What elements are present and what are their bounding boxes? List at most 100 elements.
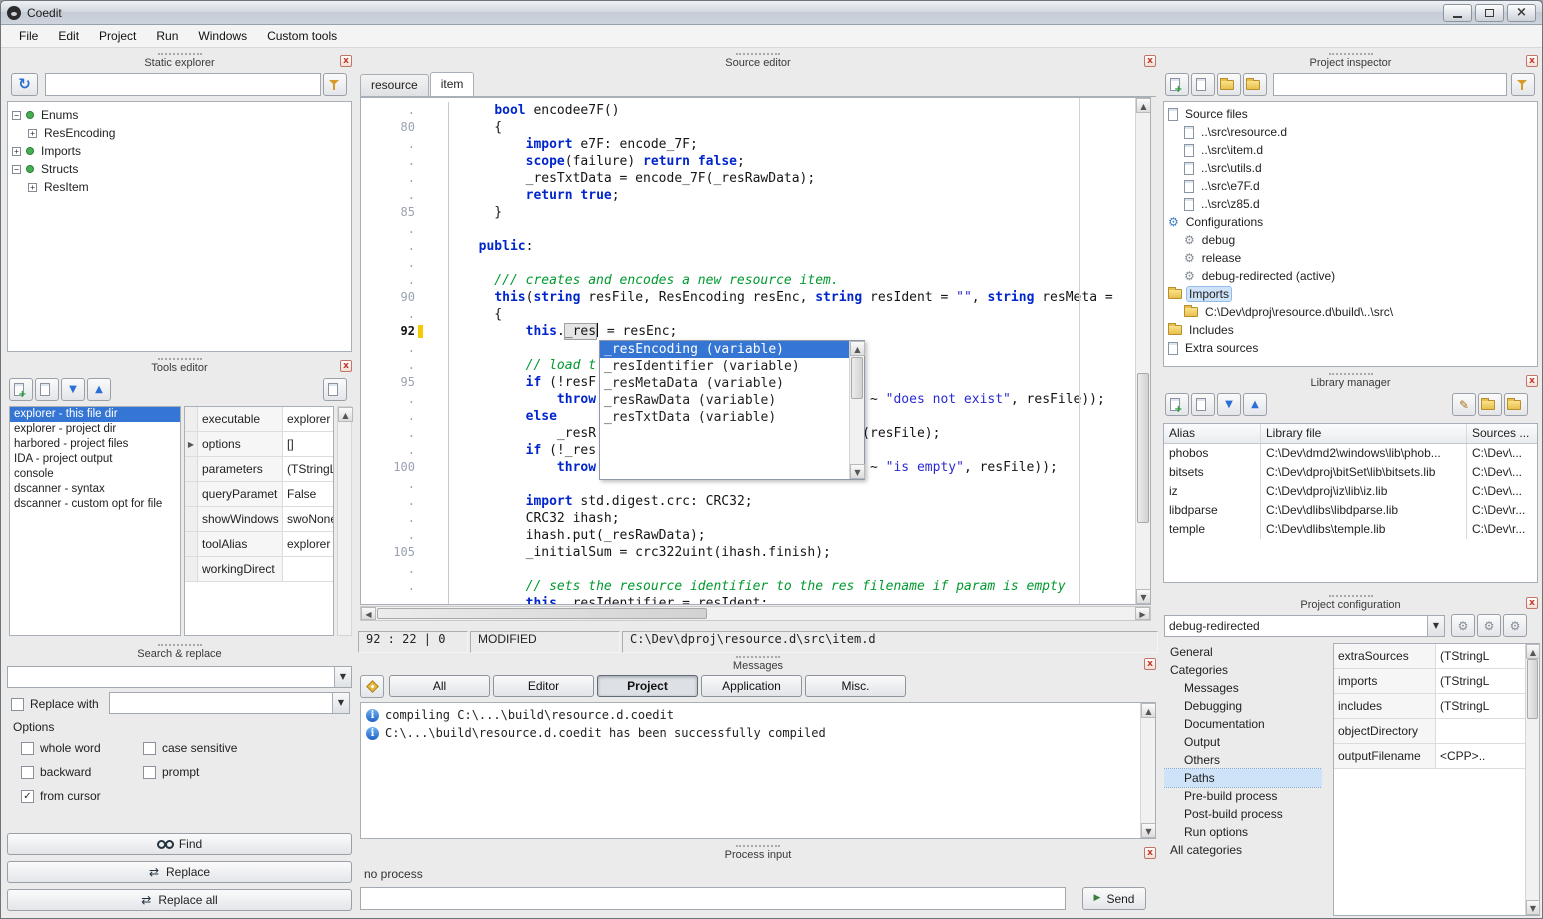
close-panel-icon[interactable]: x [1526, 55, 1538, 67]
configuration-category-tree[interactable]: GeneralCategoriesMessagesDebuggingDocume… [1164, 643, 1322, 916]
code-line[interactable]: 80 { [361, 119, 1134, 136]
code-line[interactable]: . public: [361, 238, 1134, 255]
editor-vertical-scrollbar[interactable]: ▲ ▼ [1135, 98, 1150, 604]
tool-item[interactable]: harbored - project files [10, 437, 180, 452]
code-line[interactable]: . [361, 561, 1134, 578]
open-folder-button[interactable] [1243, 73, 1267, 96]
tool-properties-grid[interactable]: executableexplorer▶options[]parameters(T… [184, 406, 334, 636]
code-line[interactable]: . [361, 221, 1134, 238]
scroll-thumb[interactable] [377, 608, 707, 619]
category-documentation[interactable]: Documentation [1164, 715, 1322, 733]
menu-item-file[interactable]: File [9, 26, 48, 46]
scroll-down-icon[interactable]: ▼ [1141, 823, 1156, 838]
tree-item-source-files[interactable]: Source files [1164, 105, 1537, 123]
panel-grip[interactable] [1329, 53, 1373, 55]
completion-item[interactable]: _resEncoding (variable) [600, 341, 849, 358]
scroll-up-icon[interactable]: ▲ [1136, 98, 1151, 113]
remove-source-button[interactable] [1191, 73, 1215, 96]
dropdown-icon[interactable]: ▼ [334, 667, 351, 687]
menu-item-project[interactable]: Project [89, 26, 146, 46]
properties-scrollbar[interactable]: ▲ ▼ [1525, 644, 1539, 915]
message-item[interactable]: icompiling C:\...\build\resource.d.coedi… [361, 706, 1155, 724]
close-panel-icon[interactable]: x [1144, 658, 1156, 670]
tree-item-includes[interactable]: Includes [1164, 321, 1537, 339]
filter-misc-button[interactable]: Misc. [805, 675, 906, 697]
tool-prop-row[interactable]: toolAliasexplorer [185, 532, 333, 557]
scroll-down-icon[interactable]: ▼ [1526, 900, 1540, 915]
menu-item-run[interactable]: Run [146, 26, 188, 46]
add-library-folder-button[interactable] [1504, 393, 1528, 416]
configuration-property-grid[interactable]: extraSources(TStringLimports(TStringLinc… [1334, 644, 1525, 769]
completion-item[interactable]: _resIdentifier (variable) [600, 358, 849, 375]
code-line[interactable]: . this._resIdentifier = resIdent; [361, 595, 1134, 605]
remove-library-button[interactable] [1191, 393, 1215, 416]
tool-item[interactable]: dscanner - custom opt for file [10, 497, 180, 512]
panel-grip[interactable] [158, 644, 202, 646]
menu-item-windows[interactable]: Windows [188, 26, 257, 46]
project-tree[interactable]: Source files..\src\resource.d..\src\item… [1163, 101, 1538, 367]
move-library-down-button[interactable]: ▼ [1217, 393, 1241, 416]
category-others[interactable]: Others [1164, 751, 1322, 769]
tool-prop-row[interactable]: showWindowsswoNone [185, 507, 333, 532]
checkbox[interactable] [143, 766, 156, 779]
close-panel-icon[interactable]: x [1144, 55, 1156, 67]
tree-item-imports[interactable]: +Imports [8, 142, 351, 160]
completion-list[interactable]: _resEncoding (variable)_resIdentifier (v… [600, 341, 864, 426]
tool-item[interactable]: IDA - project output [10, 452, 180, 467]
category-pre-build-process[interactable]: Pre-build process [1164, 787, 1322, 805]
symbol-filter-input[interactable] [45, 73, 321, 96]
option-backward[interactable]: backward [21, 760, 143, 784]
panel-grip[interactable] [158, 358, 202, 360]
tool-item[interactable]: explorer - this file dir [10, 407, 180, 422]
checkbox[interactable] [143, 742, 156, 755]
tree-item-release[interactable]: ⚙release [1164, 249, 1537, 267]
message-category-button[interactable] [360, 675, 384, 698]
code-line[interactable]: 105 _initialSum = crc322uint(ihash.finis… [361, 544, 1134, 561]
category-all-categories[interactable]: All categories [1164, 841, 1322, 859]
category-post-build-process[interactable]: Post-build process [1164, 805, 1322, 823]
panel-grip[interactable] [736, 656, 780, 658]
menu-item-edit[interactable]: Edit [48, 26, 89, 46]
code-line[interactable]: . _resTxtData = encode_7F(_resRawData); [361, 170, 1134, 187]
close-panel-icon[interactable]: x [340, 55, 352, 67]
tools-scrollbar[interactable]: ▲ [337, 406, 352, 636]
code-line[interactable]: . [361, 255, 1134, 272]
tree-item-src-utils-d[interactable]: ..\src\utils.d [1164, 159, 1537, 177]
library-row[interactable]: libdparseC:\Dev\dlibs\libdparse.libC:\De… [1164, 501, 1537, 520]
filter-project-button[interactable]: Project [597, 675, 698, 697]
dropdown-icon[interactable]: ▼ [1427, 616, 1444, 636]
filter-button[interactable] [1511, 73, 1535, 96]
plus-expander-icon[interactable]: + [28, 183, 37, 192]
new-tool-button[interactable] [9, 378, 33, 401]
tree-item-debug[interactable]: ⚙debug [1164, 231, 1537, 249]
completion-item[interactable]: _resRawData (variable) [600, 392, 849, 409]
code-line[interactable]: 90 this(string resFile, ResEncoding resE… [361, 289, 1134, 306]
tree-item-src-z85-d[interactable]: ..\src\z85.d [1164, 195, 1537, 213]
scroll-right-icon[interactable]: ▶ [1135, 607, 1150, 620]
library-row[interactable]: phobosC:\Dev\dmd2\windows\lib\phob...C:\… [1164, 444, 1537, 463]
replace-with-checkbox[interactable] [11, 698, 24, 711]
add-library-button[interactable] [1165, 393, 1189, 416]
panel-grip[interactable] [158, 53, 202, 55]
category-paths[interactable]: Paths [1164, 769, 1322, 787]
tool-prop-row[interactable]: workingDirect [185, 557, 333, 582]
category-debugging[interactable]: Debugging [1164, 697, 1322, 715]
message-item[interactable]: iC:\...\build\resource.d.coedit has been… [361, 724, 1155, 742]
prop-value[interactable]: False [283, 482, 333, 506]
code-line[interactable]: . scope(failure) return false; [361, 153, 1134, 170]
code-line[interactable]: 85 } [361, 204, 1134, 221]
panel-grip[interactable] [736, 53, 780, 55]
tab-resource[interactable]: resource [360, 74, 429, 96]
completion-scrollbar[interactable]: ▲ ▼ [849, 341, 864, 479]
tree-item-src-e7f-d[interactable]: ..\src\e7F.d [1164, 177, 1537, 195]
scroll-thumb[interactable] [851, 357, 863, 399]
prop-value[interactable]: [] [283, 432, 333, 456]
filter-all-button[interactable]: All [389, 675, 490, 697]
prop-value[interactable]: (TStringL [1436, 669, 1525, 693]
filter-button[interactable] [323, 73, 347, 96]
inspector-filter-input[interactable] [1273, 73, 1507, 96]
tree-item-debug-redirected-active[interactable]: ⚙debug-redirected (active) [1164, 267, 1537, 285]
messages-scrollbar[interactable]: ▲ ▼ [1140, 703, 1155, 838]
dropdown-icon[interactable]: ▼ [332, 693, 349, 713]
close-panel-icon[interactable]: x [1526, 375, 1538, 387]
